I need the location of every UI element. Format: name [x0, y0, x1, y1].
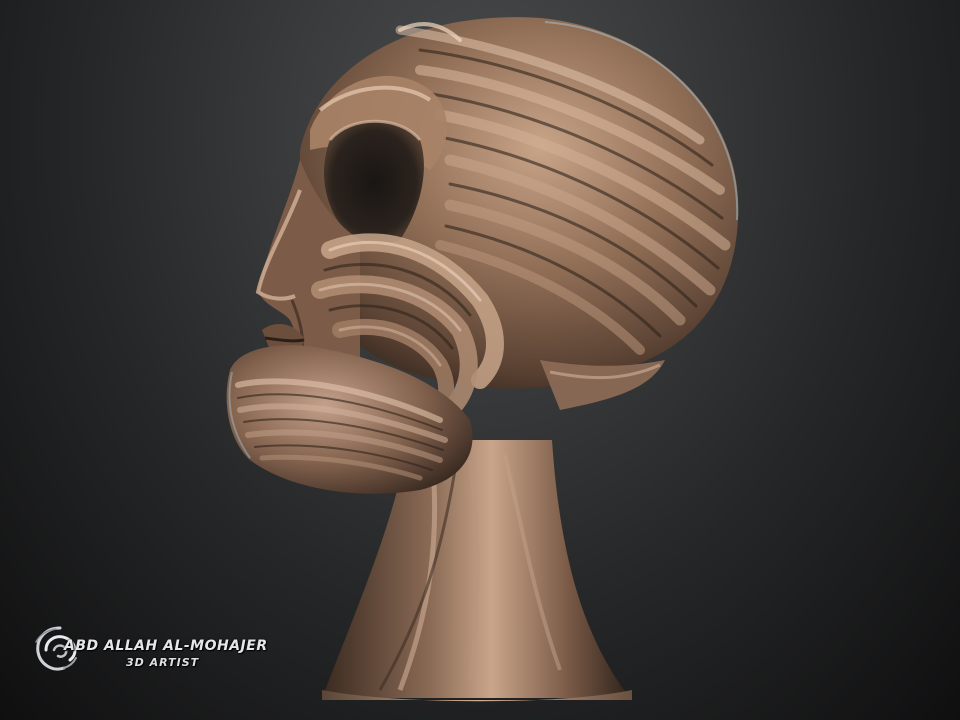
artist-watermark: ABD ALLAH AL-MOHAJER 3D ARTIST [30, 620, 267, 680]
render-viewport: ABD ALLAH AL-MOHAJER 3D ARTIST [0, 0, 960, 720]
artist-name: ABD ALLAH AL-MOHAJER [64, 638, 268, 654]
nape-band [540, 360, 665, 410]
sculpted-head-render [226, 17, 739, 702]
artist-title: 3D ARTIST [126, 656, 200, 669]
